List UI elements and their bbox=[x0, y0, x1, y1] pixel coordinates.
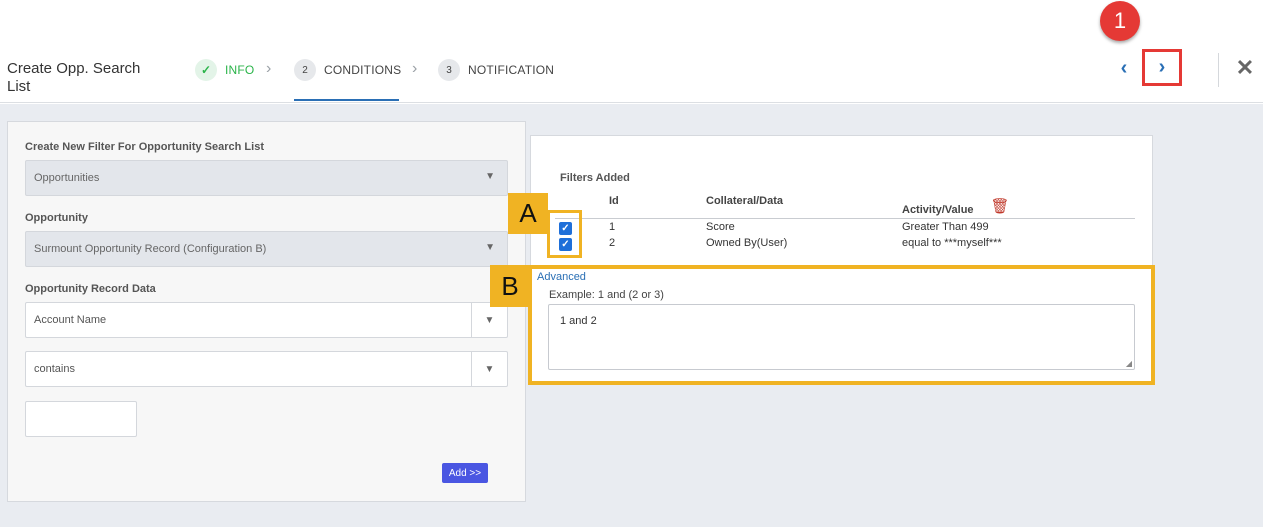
annotation-label-a: A bbox=[508, 193, 548, 234]
annotation-badge-1: 1 bbox=[1100, 1, 1140, 41]
chevron-right-icon: › bbox=[412, 60, 418, 77]
step-number: 2 bbox=[294, 59, 316, 81]
row-activity: equal to ***myself*** bbox=[902, 237, 1002, 249]
row-collateral: Owned By(User) bbox=[706, 237, 788, 249]
column-header-activity: Activity/Value bbox=[902, 204, 974, 216]
expression-value: 1 and 2 bbox=[560, 315, 597, 327]
step-notification-label: NOTIFICATION bbox=[468, 63, 555, 77]
step-number: 3 bbox=[438, 59, 460, 81]
column-header-id: Id bbox=[609, 195, 619, 207]
next-step-button[interactable]: › bbox=[1142, 49, 1182, 86]
row-id: 1 bbox=[609, 221, 616, 233]
filter-type-select[interactable]: Opportunities ▼ bbox=[25, 160, 508, 196]
chevron-down-icon: ▼ bbox=[471, 352, 507, 386]
add-filter-button[interactable]: Add >> bbox=[442, 463, 488, 483]
filter-value-input[interactable] bbox=[25, 401, 137, 437]
row-activity: Greater Than 499 bbox=[902, 221, 989, 233]
table-header-divider bbox=[555, 218, 1135, 219]
operator-value: contains bbox=[34, 363, 75, 375]
opportunity-value: Surmount Opportunity Record (Configurati… bbox=[34, 243, 267, 255]
close-icon[interactable]: ✕ bbox=[1234, 55, 1256, 80]
record-field-value: Account Name bbox=[34, 314, 107, 326]
row-id: 2 bbox=[609, 237, 616, 249]
check-icon: ✓ bbox=[195, 59, 217, 81]
chevron-down-icon: ▼ bbox=[485, 171, 495, 182]
advanced-link[interactable]: Advanced bbox=[537, 271, 586, 283]
trash-icon[interactable]: 🗑 bbox=[990, 197, 1009, 215]
step-conditions-label: CONDITIONS bbox=[324, 63, 402, 77]
resize-grip-icon[interactable]: ◢ bbox=[1126, 359, 1132, 368]
example-hint: Example: 1 and (2 or 3) bbox=[549, 289, 664, 301]
chevron-down-icon: ▼ bbox=[485, 242, 495, 253]
page-title: Create Opp. Search List bbox=[7, 60, 141, 95]
opportunity-select[interactable]: Surmount Opportunity Record (Configurati… bbox=[25, 231, 508, 267]
divider bbox=[1218, 53, 1219, 87]
advanced-expression-textarea[interactable]: 1 and 2 ◢ bbox=[548, 304, 1135, 370]
column-header-collateral: Collateral/Data bbox=[706, 195, 784, 207]
previous-step-button[interactable]: ‹ bbox=[1113, 56, 1135, 80]
annotation-box-a bbox=[547, 210, 582, 258]
row-collateral: Score bbox=[706, 221, 735, 233]
step-notification[interactable]: 3 NOTIFICATION bbox=[438, 58, 554, 82]
filter-type-value: Opportunities bbox=[34, 172, 100, 184]
step-info[interactable]: ✓ INFO bbox=[195, 58, 254, 82]
top-header bbox=[0, 0, 1263, 103]
chevron-right-icon: › bbox=[266, 60, 272, 77]
active-step-indicator bbox=[294, 99, 399, 101]
step-info-label: INFO bbox=[225, 63, 255, 77]
filter-type-label: Create New Filter For Opportunity Search… bbox=[25, 141, 264, 153]
filters-added-title: Filters Added bbox=[560, 172, 630, 184]
chevron-down-icon: ▼ bbox=[471, 303, 507, 337]
step-conditions[interactable]: 2 CONDITIONS bbox=[294, 58, 401, 82]
operator-select[interactable]: contains ▼ bbox=[25, 351, 508, 387]
record-field-select[interactable]: Account Name ▼ bbox=[25, 302, 508, 338]
annotation-label-b: B bbox=[490, 265, 530, 307]
opportunity-label: Opportunity bbox=[25, 212, 88, 224]
record-data-label: Opportunity Record Data bbox=[25, 283, 156, 295]
